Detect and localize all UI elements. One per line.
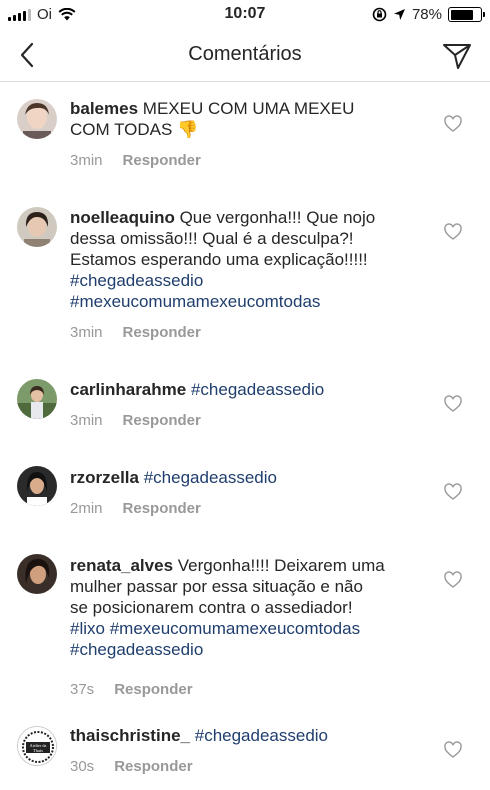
reply-button[interactable]: Responder: [123, 500, 201, 517]
comment-content: Que vergonha!!! Que nojo: [179, 208, 376, 227]
comment-username[interactable]: carlinharahme: [70, 380, 186, 399]
comment-time: 3min: [70, 412, 103, 429]
battery-icon: [448, 7, 485, 22]
comment-username[interactable]: noelleaquino: [70, 208, 175, 227]
comment-time: 3min: [70, 324, 103, 341]
avatar[interactable]: [17, 379, 57, 419]
avatar[interactable]: Atelier da Thaís: [17, 726, 57, 766]
reply-button[interactable]: Responder: [123, 152, 201, 169]
heart-icon[interactable]: [444, 223, 462, 241]
comment-text: noelleaquino Que vergonha!!! Que nojo de…: [70, 207, 432, 312]
svg-text:Thaís: Thaís: [33, 748, 43, 753]
status-bar: Oi 10:07 78%: [0, 0, 490, 30]
reply-button[interactable]: Responder: [123, 412, 201, 429]
reply-button[interactable]: Responder: [114, 681, 192, 698]
comment-text: renata_alves Vergonha!!!! Deixarem uma m…: [70, 555, 432, 660]
comment-meta: 2min Responder: [70, 500, 201, 517]
battery-fill: [450, 9, 474, 20]
comment-username[interactable]: rzorzella: [70, 468, 139, 487]
hashtag-link[interactable]: #chegadeassedio: [195, 726, 328, 745]
battery-percent: 78%: [411, 6, 442, 23]
send-paper-plane-icon: [443, 44, 471, 69]
comment-content: se posicionarem contra o assediador!: [70, 598, 353, 617]
heart-icon[interactable]: [444, 571, 462, 589]
reply-button[interactable]: Responder: [123, 324, 201, 341]
comment-text: balemes MEXEU COM UMA MEXEU COM TODAS 👎: [70, 98, 432, 140]
hashtag-link[interactable]: #chegadeassedio: [191, 380, 324, 399]
comment-username[interactable]: thaischristine_: [70, 726, 190, 745]
avatar[interactable]: [17, 207, 57, 247]
comment-username[interactable]: renata_alves: [70, 556, 173, 575]
comment-meta: 37s Responder: [70, 681, 193, 698]
status-right: 78%: [372, 6, 485, 23]
reply-button[interactable]: Responder: [114, 758, 192, 775]
comment-content: Estamos esperando uma explicação!!!!!: [70, 250, 368, 269]
comment-meta: 3min Responder: [70, 324, 201, 341]
comment-content: MEXEU COM UMA MEXEU: [142, 99, 355, 118]
send-button[interactable]: [440, 39, 474, 73]
comment-username[interactable]: balemes: [70, 99, 138, 118]
comment-content: mulher passar por essa situação e não: [70, 577, 363, 596]
hashtag-link[interactable]: #chegadeassedio: [70, 639, 432, 660]
avatar[interactable]: [17, 99, 57, 139]
comment-text: thaischristine_ #chegadeassedio: [70, 725, 432, 746]
heart-icon[interactable]: [444, 395, 462, 413]
nav-header: Comentários: [0, 30, 490, 82]
hashtag-link[interactable]: #lixo: [70, 619, 105, 638]
hashtag-link[interactable]: #mexeucomumamexeucomtodas: [110, 619, 360, 638]
comment-meta: 3min Responder: [70, 412, 201, 429]
hashtag-link[interactable]: #chegadeassedio: [70, 270, 432, 291]
hashtag-link[interactable]: #mexeucomumamexeucomtodas: [70, 291, 432, 312]
heart-icon[interactable]: [444, 483, 462, 501]
avatar[interactable]: [17, 466, 57, 506]
page-title: Comentários: [188, 43, 302, 65]
comment-content: COM TODAS 👎: [70, 120, 199, 139]
avatar[interactable]: [17, 554, 57, 594]
comment-text: rzorzella #chegadeassedio: [70, 467, 432, 488]
comment-time: 37s: [70, 681, 95, 698]
heart-icon[interactable]: [444, 115, 462, 133]
orientation-lock-icon: [372, 7, 387, 22]
comment-time: 3min: [70, 152, 103, 169]
comment-meta: 30s Responder: [70, 758, 193, 775]
comment-text: carlinharahme #chegadeassedio: [70, 379, 432, 400]
heart-icon[interactable]: [444, 741, 462, 759]
hashtag-link[interactable]: #chegadeassedio: [144, 468, 277, 487]
comment-time: 30s: [70, 758, 95, 775]
comment-time: 2min: [70, 500, 103, 517]
location-icon: [393, 9, 405, 20]
comment-content: Vergonha!!!! Deixarem uma: [177, 556, 385, 575]
comment-content: dessa omissão!!! Qual é a desculpa?!: [70, 229, 354, 248]
comment-meta: 3min Responder: [70, 152, 201, 169]
